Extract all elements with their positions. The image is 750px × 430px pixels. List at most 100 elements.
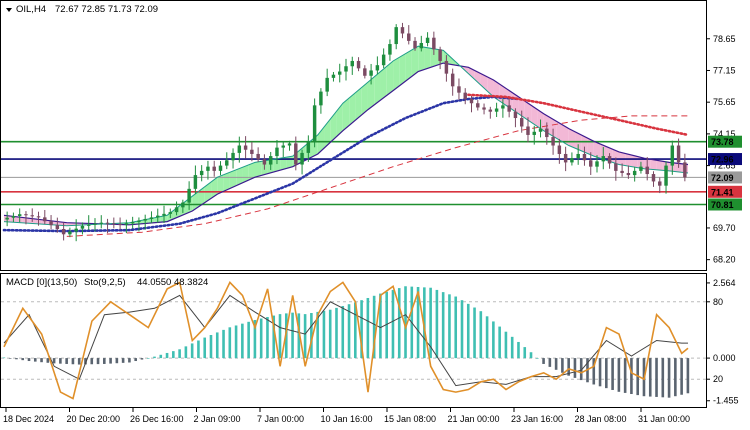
candle-body [450, 73, 455, 87]
macd-bar [259, 318, 263, 359]
macd-bar [40, 358, 43, 363]
candle-body [388, 44, 392, 55]
macd-bar [479, 311, 483, 359]
cloud-segment [650, 159, 657, 170]
macd-bar [121, 358, 125, 363]
candle-body [676, 145, 681, 163]
time-tick-label: 23 Jan 16:00 [511, 414, 563, 424]
indicator-tick-label: 20 [713, 374, 723, 384]
time-tick-label: 26 Dec 16:00 [130, 414, 184, 424]
macd-bar [454, 296, 458, 359]
candle-body [80, 225, 85, 229]
candle-body [601, 156, 606, 162]
macd-bar [266, 317, 269, 359]
macd-bar [197, 340, 200, 359]
candle-body [620, 170, 624, 173]
macd-bar [655, 358, 658, 397]
candle-body [476, 103, 480, 108]
candle-body [250, 149, 254, 154]
macd-bar [573, 358, 577, 378]
macd-bar [523, 347, 527, 359]
macd-bar [234, 325, 238, 359]
candle-body [281, 145, 285, 148]
indicator-tick-label: -1.455 [713, 396, 739, 406]
macd-bar [303, 314, 307, 359]
macd-bar [222, 329, 225, 359]
candle-body [381, 54, 386, 66]
macd-bar [90, 358, 94, 365]
candle-body [5, 217, 9, 220]
macd-bar [441, 292, 445, 359]
macd-bar [96, 358, 100, 365]
candle-body [268, 156, 273, 165]
candle-body [356, 60, 361, 69]
candle-body [632, 170, 637, 176]
macd-bar [15, 358, 18, 360]
macd-bar [203, 337, 207, 359]
candle-body [444, 60, 449, 74]
macd-bar [128, 358, 131, 363]
macd-bar [21, 358, 25, 361]
macd-bar [2, 357, 6, 359]
candle-body [99, 222, 103, 224]
candle-body [43, 217, 47, 222]
candle-body [294, 143, 298, 165]
candle-body [174, 207, 179, 213]
macd-bar [291, 312, 294, 359]
macd-bar [623, 358, 627, 393]
stoch-label: Sto(9,2,5) [84, 277, 126, 288]
macd-bar [680, 358, 683, 395]
macd-bar [215, 332, 219, 359]
macd-bar [554, 358, 558, 370]
level-tag-text: 73.78 [711, 137, 734, 147]
time-tick-label: 15 Jan 08:00 [384, 414, 436, 424]
candle-body [407, 33, 411, 41]
macd-bar [33, 358, 37, 362]
candle-body [156, 215, 160, 218]
candle-body [576, 153, 580, 159]
macd-bar [617, 358, 621, 392]
macd-bar [209, 335, 213, 359]
macd-bar [140, 358, 144, 360]
indicator-header: MACD [0](13,50) Sto(9,2,5) 44.0550 48.38… [6, 277, 208, 288]
macd-bar [77, 358, 81, 365]
cloud-segment [424, 47, 431, 70]
candle-body [312, 105, 317, 142]
candle-body [658, 181, 662, 186]
time-tick-label: 31 Jan 00:00 [638, 414, 690, 424]
macd-bar [247, 321, 250, 359]
macd-bar [667, 358, 671, 398]
ohlc-label: 72.67 72.85 71.73 72.09 [55, 4, 158, 15]
candle-body [545, 128, 549, 138]
macd-bar [435, 289, 439, 359]
time-tick-label: 21 Jan 00:00 [448, 414, 500, 424]
level-price-tags: 73.78 72.96 72.09 71.41 70.81 [708, 135, 742, 211]
candle-body [563, 153, 568, 163]
time-tick-label: 10 Jan 16:00 [321, 414, 373, 424]
macd-bar [630, 358, 633, 395]
macd-bar [165, 352, 169, 359]
candle-body [256, 153, 260, 160]
candle-body [513, 111, 518, 119]
macd-bar [52, 358, 56, 364]
symbol-label: OIL,H4 [16, 4, 46, 15]
macd-bar [59, 358, 62, 364]
indicator-axis: 2.564 80 0.000 20 -1.455 [706, 278, 739, 406]
candle-body [595, 161, 599, 167]
candle-body [143, 218, 147, 221]
candle-body [651, 174, 656, 182]
candle-body [130, 221, 135, 224]
price-tick-label: 78.65 [713, 34, 736, 44]
macd-bar [278, 314, 282, 359]
candle-body [438, 49, 442, 61]
macd-bar [228, 327, 232, 359]
candle-body [49, 221, 53, 226]
level-tag-text: 72.96 [711, 155, 734, 165]
price-tick-label: 75.65 [713, 97, 736, 107]
macd-bar [341, 306, 345, 359]
candle-body [482, 107, 486, 110]
candle-body [206, 166, 210, 171]
macd-bar [335, 307, 338, 359]
candle-body [582, 153, 587, 161]
macd-bar [466, 303, 470, 359]
